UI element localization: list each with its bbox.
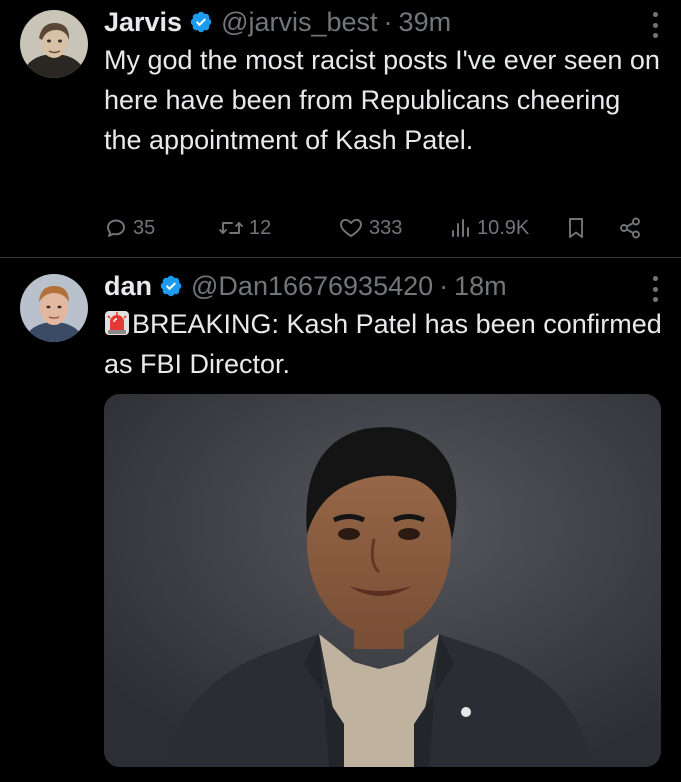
tweet-media-photo[interactable]: [104, 394, 661, 767]
views-button[interactable]: 10.9K: [450, 208, 529, 248]
repost-icon: [219, 222, 243, 234]
like-icon: [340, 218, 362, 237]
tweet-text-container: BREAKING: Kash Patel has been confirmed …: [104, 304, 664, 384]
handle[interactable]: @jarvis_best: [221, 6, 377, 38]
display-name[interactable]: Jarvis: [104, 6, 182, 38]
views-icon: [452, 219, 469, 237]
tweet-text: My god the most racist posts I've ever s…: [104, 45, 660, 155]
more-icon[interactable]: [651, 12, 659, 38]
bookmark-icon: [569, 218, 583, 238]
action-bar: 35 12 333 10.9K: [0, 208, 681, 248]
handle[interactable]: @Dan16676935420: [191, 270, 433, 302]
timestamp[interactable]: 18m: [454, 270, 507, 302]
share-button[interactable]: [618, 208, 642, 248]
avatar[interactable]: [20, 274, 88, 342]
tweet-header: Jarvis @jarvis_best · 39m: [104, 6, 451, 38]
verified-badge-icon: [160, 275, 182, 297]
timestamp[interactable]: 39m: [399, 6, 452, 38]
repost-count: 12: [249, 216, 272, 239]
siren-icon: [105, 311, 129, 335]
like-count: 333: [369, 216, 403, 239]
views-count: 10.9K: [477, 216, 530, 239]
display-name[interactable]: dan: [104, 270, 152, 302]
tweet[interactable]: Jarvis @jarvis_best · 39m My god the mos…: [0, 0, 681, 258]
reply-button[interactable]: 35: [104, 208, 155, 248]
more-icon[interactable]: [651, 276, 659, 302]
repost-button[interactable]: 12: [218, 208, 271, 248]
separator: ·: [383, 7, 393, 37]
bookmark-button[interactable]: [566, 208, 586, 248]
tweet[interactable]: dan @Dan16676935420 · 18m BREAKING: Kash…: [0, 258, 681, 782]
like-button[interactable]: 333: [338, 208, 402, 248]
tweet-text: BREAKING: Kash Patel has been confirmed …: [104, 309, 662, 379]
tweet-header: dan @Dan16676935420 · 18m: [104, 270, 507, 302]
share-icon: [620, 217, 640, 239]
separator: ·: [439, 271, 449, 301]
verified-badge-icon: [190, 11, 212, 33]
reply-count: 35: [133, 216, 156, 239]
reply-icon: [107, 219, 125, 237]
avatar[interactable]: [20, 10, 88, 78]
